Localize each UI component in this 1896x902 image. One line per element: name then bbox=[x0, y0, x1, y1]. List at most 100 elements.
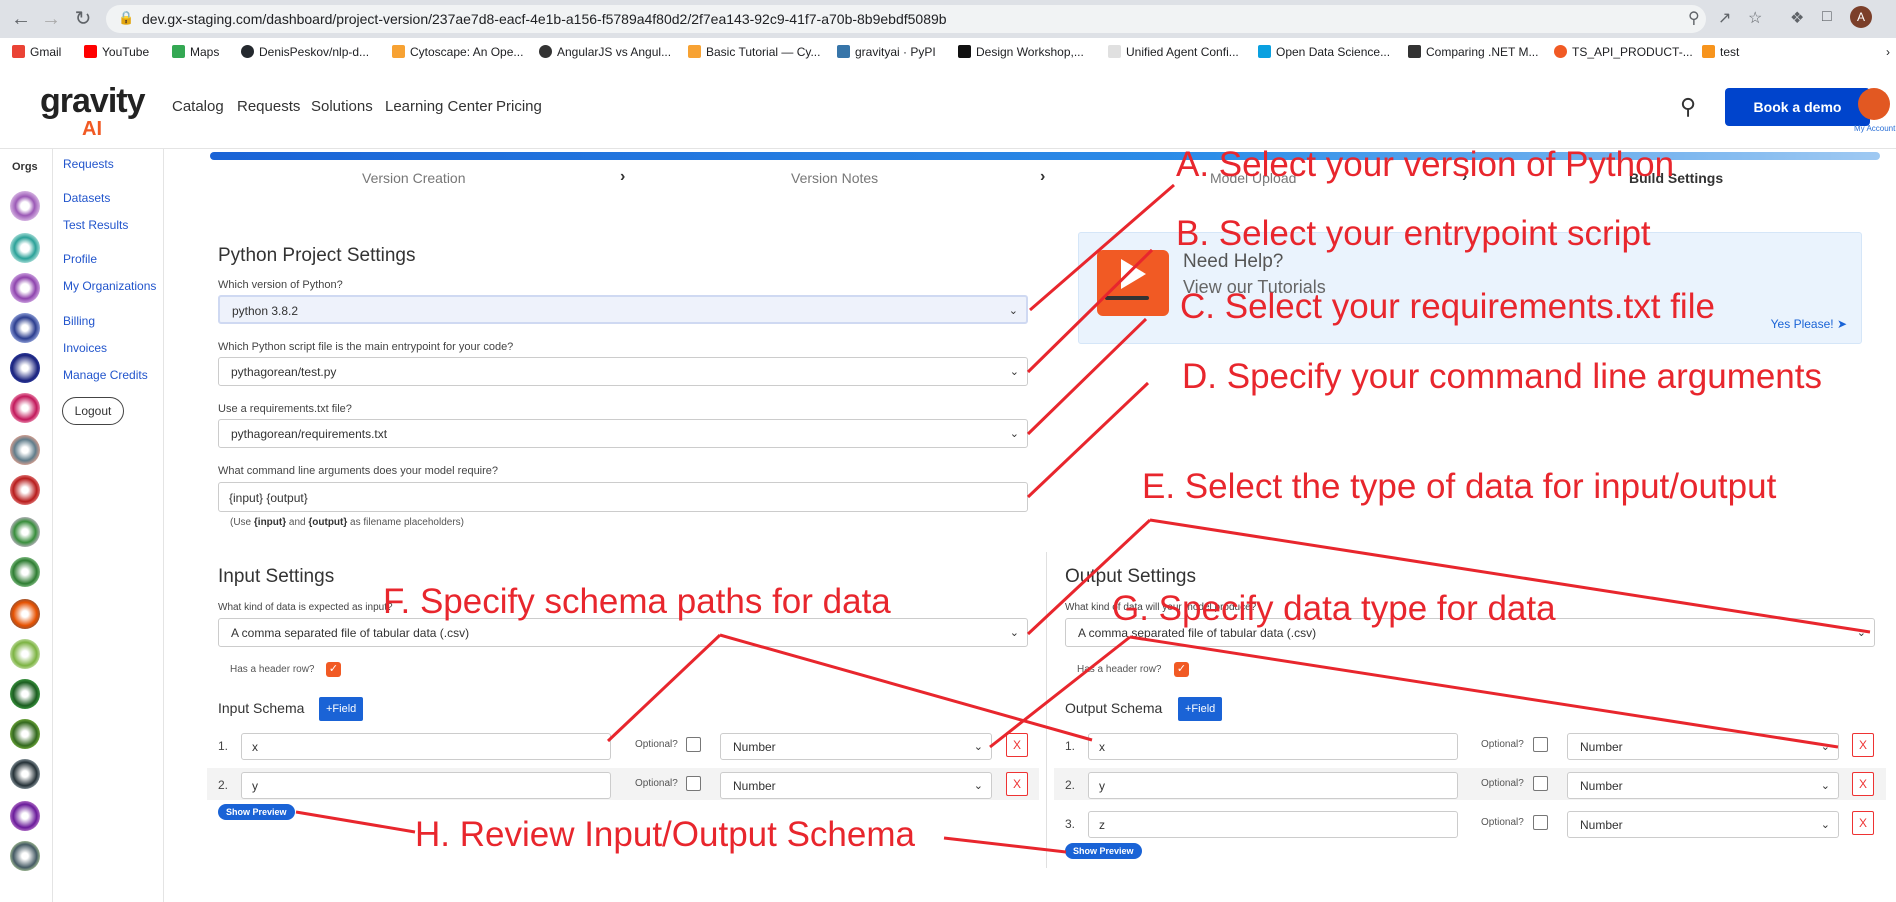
input-field-name[interactable]: x bbox=[241, 733, 611, 760]
input-field-type-select[interactable]: Number ⌄ bbox=[720, 733, 992, 760]
org-icon[interactable] bbox=[10, 273, 40, 303]
org-icon[interactable] bbox=[10, 475, 40, 505]
org-icon[interactable] bbox=[10, 639, 40, 669]
reload-icon[interactable]: ↻ bbox=[72, 8, 94, 30]
remove-field-button[interactable]: X bbox=[1852, 733, 1874, 757]
output-field-type-select[interactable]: Number ⌄ bbox=[1567, 772, 1839, 799]
remove-field-button[interactable]: X bbox=[1006, 772, 1028, 796]
gravity-ai-logo[interactable]: gravity AI bbox=[40, 82, 145, 140]
input-show-preview-button[interactable]: Show Preview bbox=[218, 804, 295, 820]
output-field-name[interactable]: x bbox=[1088, 733, 1458, 760]
output-header-label: Has a header row? bbox=[1077, 664, 1162, 675]
org-icon[interactable] bbox=[10, 353, 40, 383]
org-icon[interactable] bbox=[10, 233, 40, 263]
menu-invoices[interactable]: Invoices bbox=[63, 341, 107, 355]
input-kind-select[interactable]: A comma separated file of tabular data (… bbox=[218, 618, 1028, 647]
bookmark-cytoscape[interactable]: Cytoscape: An Ope... bbox=[392, 45, 523, 59]
youtube-icon bbox=[84, 45, 97, 58]
org-icon[interactable] bbox=[10, 557, 40, 587]
nav-learning-center[interactable]: Learning Center bbox=[385, 98, 493, 115]
optional-checkbox[interactable] bbox=[686, 776, 701, 791]
remove-field-button[interactable]: X bbox=[1006, 733, 1028, 757]
cli-args-input[interactable]: {input} {output} bbox=[218, 482, 1028, 512]
bookmark-pypi[interactable]: gravityai · PyPI bbox=[837, 45, 936, 59]
bookmark-test[interactable]: test bbox=[1702, 45, 1739, 59]
output-add-field-button[interactable]: +Field bbox=[1178, 697, 1223, 721]
output-field-type-select[interactable]: Number ⌄ bbox=[1567, 733, 1839, 760]
bookmark-ts-api[interactable]: TS_API_PRODUCT-... bbox=[1554, 45, 1693, 59]
remove-field-button[interactable]: X bbox=[1852, 772, 1874, 796]
menu-datasets[interactable]: Datasets bbox=[63, 191, 110, 205]
bookmark-maps[interactable]: Maps bbox=[172, 45, 219, 59]
my-account-label[interactable]: My Account bbox=[1854, 124, 1895, 133]
help-yes-link[interactable]: Yes Please! ➤ bbox=[1771, 317, 1847, 331]
nav-catalog[interactable]: Catalog bbox=[172, 98, 224, 115]
org-icon[interactable] bbox=[10, 679, 40, 709]
bookmark-gmail[interactable]: Gmail bbox=[12, 45, 61, 59]
output-field-type-select[interactable]: Number ⌄ bbox=[1567, 811, 1839, 838]
account-avatar[interactable] bbox=[1858, 88, 1890, 120]
bookmark-github[interactable]: DenisPeskov/nlp-d... bbox=[241, 45, 369, 59]
forward-icon[interactable]: → bbox=[40, 8, 62, 30]
bookmark-unified-agent[interactable]: Unified Agent Confi... bbox=[1108, 45, 1239, 59]
org-icon[interactable] bbox=[10, 191, 40, 221]
bookmark-dotnet[interactable]: Comparing .NET M... bbox=[1408, 45, 1538, 59]
remove-field-button[interactable]: X bbox=[1852, 811, 1874, 835]
nav-solutions[interactable]: Solutions bbox=[311, 98, 373, 115]
input-field-type-select[interactable]: Number ⌄ bbox=[720, 772, 992, 799]
menu-my-organizations[interactable]: My Organizations bbox=[63, 279, 156, 293]
python-version-select[interactable]: python 3.8.2 ⌄ bbox=[218, 295, 1028, 324]
nav-requests[interactable]: Requests bbox=[237, 98, 300, 115]
profile-avatar[interactable]: A bbox=[1850, 6, 1872, 28]
address-bar[interactable]: 🔒 dev.gx-staging.com/dashboard/project-v… bbox=[106, 5, 1706, 33]
org-icon[interactable] bbox=[10, 801, 40, 831]
menu-manage-credits[interactable]: Manage Credits bbox=[63, 368, 148, 382]
org-icon[interactable] bbox=[10, 435, 40, 465]
menu-test-results[interactable]: Test Results bbox=[63, 218, 128, 232]
step-version-creation[interactable]: Version Creation bbox=[362, 170, 466, 186]
cli-args-label: What command line arguments does your mo… bbox=[218, 465, 499, 477]
bookmark-angular[interactable]: AngularJS vs Angul... bbox=[539, 45, 671, 59]
back-icon[interactable]: ← bbox=[10, 8, 32, 30]
requirements-select[interactable]: pythagorean/requirements.txt ⌄ bbox=[218, 419, 1028, 448]
org-icon[interactable] bbox=[10, 313, 40, 343]
annotation-line-g-input bbox=[989, 635, 1131, 749]
book-demo-button[interactable]: Book a demo bbox=[1725, 88, 1870, 126]
bookmark-design[interactable]: Design Workshop,... bbox=[958, 45, 1084, 59]
nav-pricing[interactable]: Pricing bbox=[496, 98, 542, 115]
bookmarks-overflow-icon[interactable]: › bbox=[1886, 45, 1890, 59]
entrypoint-select[interactable]: pythagorean/test.py ⌄ bbox=[218, 357, 1028, 386]
menu-profile[interactable]: Profile bbox=[63, 252, 97, 266]
org-icon[interactable] bbox=[10, 841, 40, 871]
org-icon[interactable] bbox=[10, 719, 40, 749]
optional-checkbox[interactable] bbox=[1533, 776, 1548, 791]
input-header-checkbox[interactable]: ✓ bbox=[326, 662, 341, 677]
input-schema-title: Input Schema bbox=[218, 700, 305, 716]
output-header-checkbox[interactable]: ✓ bbox=[1174, 662, 1189, 677]
menu-requests[interactable]: Requests bbox=[63, 157, 114, 171]
step-version-notes[interactable]: Version Notes bbox=[791, 170, 878, 186]
org-icon[interactable] bbox=[10, 393, 40, 423]
extensions-icon[interactable]: ❖ bbox=[1790, 8, 1804, 28]
menu-billing[interactable]: Billing bbox=[63, 314, 95, 328]
org-icon[interactable] bbox=[10, 517, 40, 547]
org-icon[interactable] bbox=[10, 759, 40, 789]
search-icon[interactable]: ⚲ bbox=[1680, 94, 1696, 120]
bookmark-odsc[interactable]: Open Data Science... bbox=[1258, 45, 1390, 59]
bookmark-youtube[interactable]: YouTube bbox=[84, 45, 149, 59]
sidepanel-icon[interactable]: □ bbox=[1822, 8, 1832, 26]
input-add-field-button[interactable]: +Field bbox=[319, 697, 364, 721]
input-field-name[interactable]: y bbox=[241, 772, 611, 799]
org-icon[interactable] bbox=[10, 599, 40, 629]
logout-button[interactable]: Logout bbox=[62, 397, 124, 425]
optional-checkbox[interactable] bbox=[1533, 815, 1548, 830]
optional-checkbox[interactable] bbox=[1533, 737, 1548, 752]
optional-checkbox[interactable] bbox=[686, 737, 701, 752]
output-field-name[interactable]: z bbox=[1088, 811, 1458, 838]
share-icon[interactable]: ↗ bbox=[1718, 8, 1731, 28]
bookmark-tutorial[interactable]: Basic Tutorial — Cy... bbox=[688, 45, 820, 59]
zoom-icon[interactable]: ⚲ bbox=[1688, 8, 1700, 28]
output-show-preview-button[interactable]: Show Preview bbox=[1065, 843, 1142, 859]
output-field-name[interactable]: y bbox=[1088, 772, 1458, 799]
star-icon[interactable]: ☆ bbox=[1748, 8, 1762, 28]
